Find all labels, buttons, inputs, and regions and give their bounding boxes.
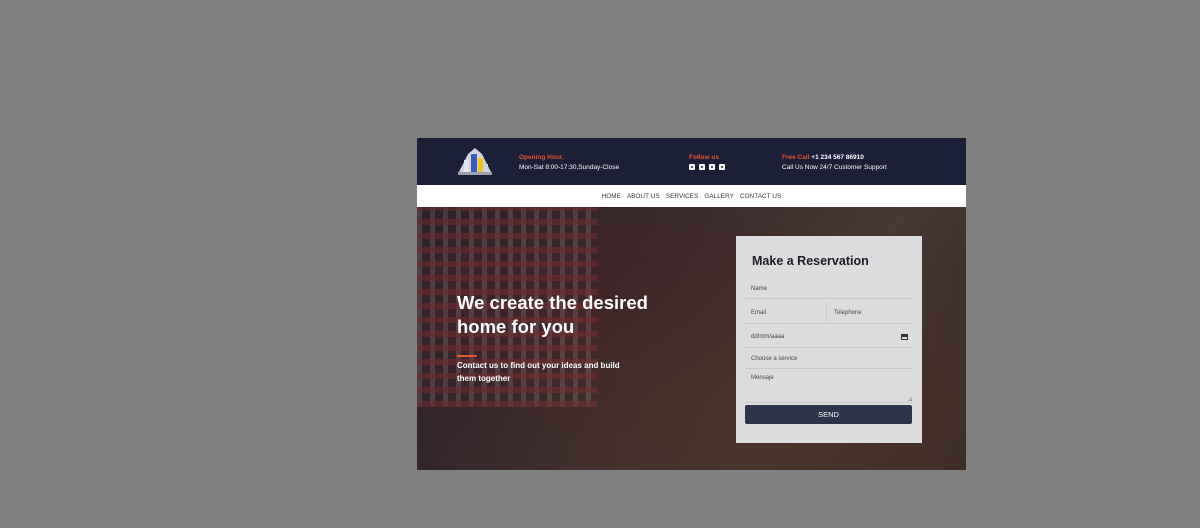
telephone-field[interactable]: Telephone	[828, 302, 913, 324]
opening-hours: Opening Hour. Mon-Sat 8:00-17:30,Sunday-…	[519, 153, 619, 172]
hero-title: We create the desired home for you	[457, 292, 648, 337]
free-call-label: Free Call	[782, 154, 810, 161]
date-field[interactable]: dd/mm/aaaa	[745, 327, 913, 348]
company-logo[interactable]	[454, 146, 496, 178]
calendar-icon[interactable]	[901, 334, 908, 340]
nav-gallery[interactable]: GALLERY	[704, 193, 734, 200]
instagram-icon[interactable]	[709, 163, 715, 170]
nav-about-us[interactable]: ABOUT US	[627, 193, 660, 200]
hero-subtitle: Contact us to find out your ideas and bu…	[457, 361, 620, 383]
website-preview: Opening Hour. Mon-Sat 8:00-17:30,Sunday-…	[417, 138, 966, 470]
free-call: Free Call +1 234 567 86910 Call Us Now 2…	[782, 153, 887, 172]
nav-contact-us[interactable]: CONTACT US	[740, 193, 781, 200]
message-placeholder: Mensaje	[751, 375, 774, 381]
follow-us-label: Follow us	[689, 154, 719, 161]
message-textarea[interactable]: Mensaje	[745, 371, 913, 403]
nav-services[interactable]: SERVICES	[666, 193, 699, 200]
top-header: Opening Hour. Mon-Sat 8:00-17:30,Sunday-…	[417, 138, 966, 185]
social-links	[689, 163, 725, 170]
twitter-icon[interactable]	[699, 163, 705, 170]
name-field[interactable]: Name	[745, 280, 913, 299]
service-select[interactable]: Choose a service	[745, 349, 913, 369]
opening-hours-label: Opening Hour.	[519, 154, 564, 161]
send-button[interactable]: SEND	[745, 405, 912, 424]
linkedin-icon[interactable]	[719, 163, 725, 170]
reservation-form: Make a Reservation Name Email Telephone …	[736, 236, 922, 443]
resize-handle-icon[interactable]	[908, 397, 912, 401]
email-field[interactable]: Email	[745, 302, 827, 324]
call-support-text: Call Us Now 24/7 Customer Support	[782, 163, 887, 171]
follow-us: Follow us	[689, 153, 725, 170]
form-title: Make a Reservation	[752, 254, 869, 268]
hero-section: We create the desired home for you Conta…	[417, 207, 966, 470]
phone-number[interactable]: +1 234 567 86910	[811, 154, 864, 161]
nav-home[interactable]: HOME	[602, 193, 621, 200]
accent-divider	[457, 355, 477, 357]
date-placeholder: dd/mm/aaaa	[751, 334, 785, 340]
main-nav: HOME ABOUT US SERVICES GALLERY CONTACT U…	[417, 185, 966, 207]
opening-hours-value: Mon-Sat 8:00-17:30,Sunday-Close	[519, 163, 620, 171]
facebook-icon[interactable]	[689, 163, 695, 170]
